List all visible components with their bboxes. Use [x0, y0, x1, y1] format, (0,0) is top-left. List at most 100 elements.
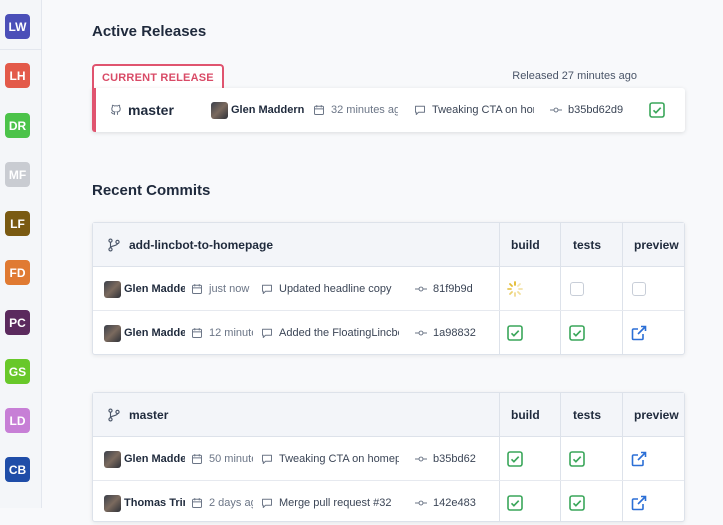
commit-author: Thomas Trinca: [104, 493, 185, 513]
tests-passed-icon: [569, 325, 585, 341]
calendar-icon: [313, 104, 325, 116]
comment-icon: [261, 497, 273, 509]
release-branch: master: [110, 100, 190, 120]
commit-author: Glen Maddern: [104, 279, 185, 299]
avatar: [104, 325, 121, 342]
build-passed-icon: [507, 325, 523, 341]
release-author: Glen Maddern: [211, 100, 307, 120]
table-header: add-lincbot-to-homepage build tests prev…: [93, 223, 684, 267]
released-time: Released 27 minutes ago: [512, 70, 637, 82]
build-passed-icon: [507, 495, 523, 511]
commit-sha-cell[interactable]: 1a98832: [415, 323, 481, 343]
commit-sha: 1a98832: [433, 327, 476, 339]
comment-icon: [261, 327, 273, 339]
author-name: Thomas Trinca: [124, 497, 185, 509]
preview-empty-checkbox: [632, 282, 646, 296]
preview-column-header: preview: [634, 393, 679, 437]
comment-icon: [261, 283, 273, 295]
commit-message: Tweaking CTA on homepage: [432, 104, 534, 116]
table-header: master build tests preview: [93, 393, 684, 437]
recent-commits-heading: Recent Commits: [92, 182, 210, 199]
release-sha[interactable]: b35bd62d9: [550, 100, 632, 120]
workspace-lf[interactable]: LF: [5, 211, 30, 236]
external-link-icon[interactable]: [631, 325, 647, 341]
calendar-icon: [191, 453, 203, 465]
tests-column-header: tests: [573, 393, 601, 437]
commit-group-table: master build tests preview Glen Maddern …: [92, 392, 685, 522]
avatar: [104, 281, 121, 298]
branch-name: master: [129, 408, 168, 422]
commit-sha-cell[interactable]: 81f9b9d: [415, 279, 481, 299]
workspace-lw[interactable]: LW: [5, 14, 30, 39]
commit-message-cell: Merge pull request #32: [261, 493, 399, 513]
external-link-icon[interactable]: [631, 451, 647, 467]
release-branch-name: master: [128, 102, 174, 118]
comment-icon: [414, 104, 426, 116]
current-release-badge: CURRENT RELEASE: [92, 64, 224, 89]
workspace-pc[interactable]: PC: [5, 310, 30, 335]
commit-time-cell: 2 days ago: [191, 493, 253, 513]
table-row[interactable]: Glen Maddern just now Updated headline c…: [93, 267, 684, 311]
table-row[interactable]: Glen Maddern 50 minutes ago Tweaking CTA…: [93, 437, 684, 481]
branch-header[interactable]: master: [107, 393, 168, 437]
table-row[interactable]: Thomas Trinca 2 days ago Merge pull requ…: [93, 481, 684, 525]
branch-header[interactable]: add-lincbot-to-homepage: [107, 223, 273, 267]
tests-empty-checkbox: [570, 282, 584, 296]
tests-passed-icon: [569, 451, 585, 467]
build-column-header: build: [511, 223, 540, 267]
workspace-sidebar: LW LH DR MF LF FD PC GS LD CB: [0, 0, 42, 508]
commit-icon: [550, 104, 562, 116]
build-passed-icon: [507, 451, 523, 467]
table-row[interactable]: Glen Maddern 12 minutes ago Added the Fl…: [93, 311, 684, 355]
build-column-header: build: [511, 393, 540, 437]
preview-column-header: preview: [634, 223, 679, 267]
commit-message-cell: Tweaking CTA on homepage: [261, 449, 399, 469]
commit-icon: [415, 453, 427, 465]
main-content: Active Releases CURRENT RELEASE Released…: [42, 0, 723, 508]
commit-sha: 142e483: [433, 497, 476, 509]
commit-message-cell: Updated headline copy: [261, 279, 399, 299]
commit-message: Added the FloatingLincbot: [279, 327, 399, 339]
commit-sha: b35bd62: [433, 453, 476, 465]
external-link-icon[interactable]: [631, 495, 647, 511]
author-name: Glen Maddern: [124, 283, 185, 295]
commit-time: 12 minutes ago: [209, 327, 253, 339]
comment-icon: [261, 453, 273, 465]
avatar: [211, 102, 228, 119]
sidebar-divider: [0, 49, 42, 50]
avatar: [104, 451, 121, 468]
current-release-card[interactable]: master Glen Maddern 32 minutes ago Tweak…: [92, 88, 685, 132]
calendar-icon: [191, 327, 203, 339]
commit-sha-cell[interactable]: 142e483: [415, 493, 481, 513]
tests-column-header: tests: [573, 223, 601, 267]
build-pending-spinner-icon: [507, 281, 523, 297]
commit-icon: [415, 283, 427, 295]
commit-time: 50 minutes ago: [209, 453, 253, 465]
build-passed-icon: [649, 102, 665, 118]
release-message: Tweaking CTA on homepage: [414, 100, 534, 120]
workspace-dr[interactable]: DR: [5, 113, 30, 138]
commit-message-cell: Added the FloatingLincbot: [261, 323, 399, 343]
workspace-lh[interactable]: LH: [5, 63, 30, 88]
commit-message: Updated headline copy: [279, 283, 392, 295]
commit-time: 32 minutes ago: [331, 104, 398, 116]
tests-passed-icon: [569, 495, 585, 511]
commit-message: Tweaking CTA on homepage: [279, 453, 399, 465]
github-icon: [110, 104, 122, 116]
commit-time: just now: [209, 283, 249, 295]
workspace-gs[interactable]: GS: [5, 359, 30, 384]
commit-sha-cell[interactable]: b35bd62: [415, 449, 481, 469]
commit-sha: b35bd62d9: [568, 104, 623, 116]
author-name: Glen Maddern: [124, 453, 185, 465]
workspace-fd[interactable]: FD: [5, 260, 30, 285]
commit-message: Merge pull request #32: [279, 497, 392, 509]
workspace-ld[interactable]: LD: [5, 408, 30, 433]
author-name: Glen Maddern: [124, 327, 185, 339]
workspace-mf[interactable]: MF: [5, 162, 30, 187]
author-name: Glen Maddern: [231, 104, 304, 116]
branch-icon: [107, 408, 121, 422]
commit-author: Glen Maddern: [104, 449, 185, 469]
workspace-cb[interactable]: CB: [5, 457, 30, 482]
commit-author: Glen Maddern: [104, 323, 185, 343]
branch-icon: [107, 238, 121, 252]
